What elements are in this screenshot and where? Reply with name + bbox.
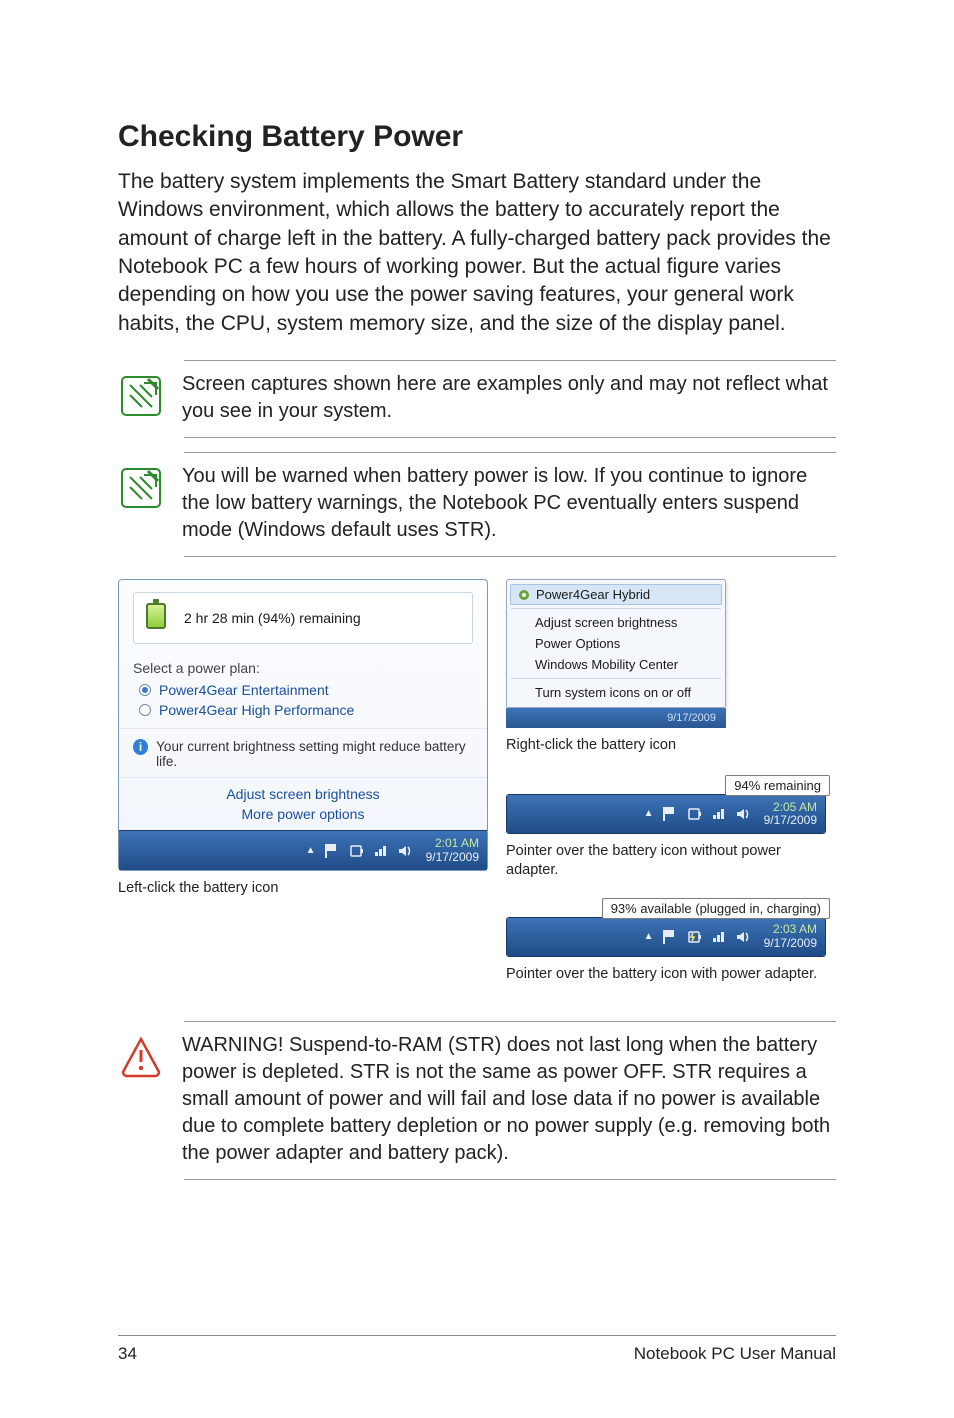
ctx-separator xyxy=(511,608,721,609)
ctx-item-label: Power4Gear Hybrid xyxy=(536,587,650,602)
page-heading: Checking Battery Power xyxy=(118,120,836,154)
taskbar-fragment: 9/17/2009 xyxy=(506,708,726,728)
radio-unselected-icon xyxy=(139,704,151,716)
note-block-1: Screen captures shown here are examples … xyxy=(184,360,836,438)
tray-time: 2:05 AM xyxy=(764,801,817,814)
tray-chevron-icon[interactable]: ▲ xyxy=(642,930,656,944)
taskbar-no-adapter: ▲ 2:05 AM 9/17/2009 xyxy=(506,794,826,834)
ctx-mobility-center[interactable]: Windows Mobility Center xyxy=(507,654,725,675)
battery-status-box: 2 hr 28 min (94%) remaining xyxy=(133,592,473,644)
tray-date: 9/17/2009 xyxy=(426,851,479,864)
caption-right-click: Right-click the battery icon xyxy=(506,736,836,755)
more-power-options-link[interactable]: More power options xyxy=(119,804,487,824)
note-icon xyxy=(118,373,164,419)
tray-date: 9/17/2009 xyxy=(764,814,817,827)
battery-tooltip-no-adapter: 94% remaining xyxy=(725,775,830,796)
power-plan-label: Power4Gear High Performance xyxy=(159,702,354,718)
caption-no-adapter: Pointer over the battery icon without po… xyxy=(506,842,836,880)
brightness-info-text: Your current brightness setting might re… xyxy=(156,739,473,769)
page-number: 34 xyxy=(118,1344,137,1364)
battery-icon xyxy=(146,603,172,633)
power-plan-option-2[interactable]: Power4Gear High Performance xyxy=(133,700,473,720)
battery-tooltip-with-adapter: 93% available (plugged in, charging) xyxy=(602,898,830,919)
caption-with-adapter: Pointer over the battery icon with power… xyxy=(506,965,836,984)
tray-chevron-icon[interactable]: ▲ xyxy=(642,807,656,821)
battery-charging-tray-icon[interactable] xyxy=(686,928,704,946)
flag-icon[interactable] xyxy=(662,928,680,946)
warning-text: WARNING! Suspend-to-RAM (STR) does not l… xyxy=(182,1032,836,1167)
select-plan-label: Select a power plan: xyxy=(133,660,473,676)
ctx-adjust-brightness[interactable]: Adjust screen brightness xyxy=(507,612,725,633)
ctx-separator xyxy=(511,678,721,679)
battery-remaining-text: 2 hr 28 min (94%) remaining xyxy=(184,610,361,626)
volume-icon[interactable] xyxy=(396,842,414,860)
warning-icon xyxy=(118,1034,164,1080)
gear-icon xyxy=(517,588,531,602)
ctx-system-icons[interactable]: Turn system icons on or off xyxy=(507,682,725,703)
page-footer: 34 Notebook PC User Manual xyxy=(118,1335,836,1364)
network-icon[interactable] xyxy=(710,805,728,823)
ctx-power4gear[interactable]: Power4Gear Hybrid xyxy=(510,584,722,605)
taskbar: ▲ xyxy=(119,830,487,870)
info-icon: i xyxy=(133,739,148,755)
power-plan-label: Power4Gear Entertainment xyxy=(159,682,329,698)
tray-time: 2:01 AM xyxy=(426,837,479,850)
ctx-power-options[interactable]: Power Options xyxy=(507,633,725,654)
flag-icon[interactable] xyxy=(324,842,342,860)
note-block-2: You will be warned when battery power is… xyxy=(184,452,836,557)
footer-title: Notebook PC User Manual xyxy=(634,1344,836,1364)
tray-time: 2:03 AM xyxy=(764,923,817,936)
taskbar-with-adapter: ▲ 2:03 AM 9/17/2009 xyxy=(506,917,826,957)
note-text-1: Screen captures shown here are examples … xyxy=(182,371,836,425)
battery-context-menu: Power4Gear Hybrid Adjust screen brightne… xyxy=(506,579,726,708)
network-icon[interactable] xyxy=(372,842,390,860)
note-text-2: You will be warned when battery power is… xyxy=(182,463,836,544)
battery-tray-icon[interactable] xyxy=(686,805,704,823)
power-plan-option-1[interactable]: Power4Gear Entertainment xyxy=(133,680,473,700)
tray-date: 9/17/2009 xyxy=(764,937,817,950)
brightness-info: i Your current brightness setting might … xyxy=(119,728,487,777)
radio-selected-icon xyxy=(139,684,151,696)
tray-chevron-icon[interactable]: ▲ xyxy=(304,844,318,858)
battery-popup: 2 hr 28 min (94%) remaining Select a pow… xyxy=(118,579,488,871)
volume-icon[interactable] xyxy=(734,928,752,946)
flag-icon[interactable] xyxy=(662,805,680,823)
taskbar-date: 9/17/2009 xyxy=(663,710,720,726)
battery-tray-icon[interactable] xyxy=(348,842,366,860)
intro-paragraph: The battery system implements the Smart … xyxy=(118,168,836,338)
note-icon xyxy=(118,465,164,511)
adjust-brightness-link[interactable]: Adjust screen brightness xyxy=(119,784,487,804)
warning-block: WARNING! Suspend-to-RAM (STR) does not l… xyxy=(184,1021,836,1180)
caption-left-click: Left-click the battery icon xyxy=(118,879,488,898)
network-icon[interactable] xyxy=(710,928,728,946)
volume-icon[interactable] xyxy=(734,805,752,823)
